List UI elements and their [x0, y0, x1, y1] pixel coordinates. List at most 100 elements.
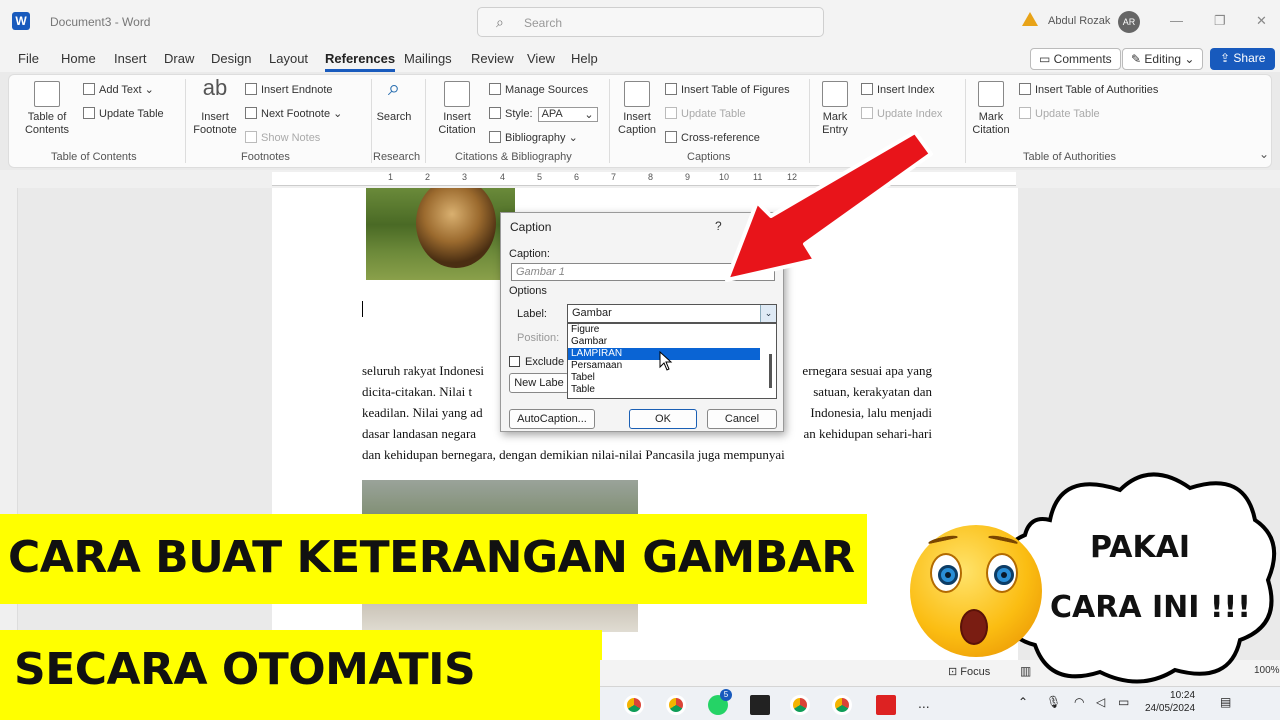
lion-image[interactable]: [366, 188, 515, 280]
group-label-research: Research: [373, 151, 421, 163]
insert-caption-label: Insert Caption: [618, 111, 656, 136]
tab-help[interactable]: Help: [571, 51, 598, 66]
tab-file[interactable]: File: [18, 51, 39, 66]
label-option[interactable]: Table: [568, 384, 776, 396]
line-start: dasar landasan negara: [362, 426, 477, 441]
divider: [965, 79, 966, 163]
microphone-icon[interactable]: 🎙: [1046, 695, 1061, 709]
mouse-pointer-icon: [659, 351, 673, 371]
horizontal-ruler[interactable]: 1 2 3 4 5 6 7 8 9 10 11 12: [0, 170, 1280, 188]
chrome-icon[interactable]: [624, 695, 644, 715]
share-button[interactable]: ⇪ Share: [1210, 48, 1276, 70]
restore-icon[interactable]: ❐: [1214, 13, 1226, 29]
sticky-notes-icon[interactable]: [750, 695, 770, 715]
chrome-icon[interactable]: [790, 695, 810, 715]
update-toa-button[interactable]: Update Table: [1019, 107, 1100, 120]
update-table-icon: [665, 107, 677, 119]
exclude-label-checkbox[interactable]: [509, 356, 520, 367]
volume-icon[interactable]: ◁: [1096, 695, 1105, 709]
insert-citation-button[interactable]: Insert Citation: [429, 81, 485, 137]
insert-footnote-button[interactable]: ab Insert Footnote: [187, 77, 243, 137]
add-text-button[interactable]: Add Text ⌄: [83, 83, 154, 96]
label-option[interactable]: Figure: [568, 324, 776, 336]
search-box[interactable]: ⌕ Search: [477, 7, 824, 37]
mark-citation-label: Mark Citation: [972, 111, 1010, 136]
manage-sources-button[interactable]: Manage Sources: [489, 83, 588, 96]
minimize-icon[interactable]: —: [1170, 13, 1183, 28]
insert-table-of-figures-button[interactable]: Insert Table of Figures: [665, 83, 790, 96]
show-notes-icon: [245, 131, 257, 143]
tab-view[interactable]: View: [527, 51, 555, 66]
insert-endnote-label: Insert Endnote: [261, 84, 333, 96]
chevron-down-icon[interactable]: ⌄: [760, 305, 776, 322]
label-option[interactable]: Tabel: [568, 372, 776, 384]
next-footnote-button[interactable]: Next Footnote ⌄: [245, 107, 342, 120]
battery-icon[interactable]: ▭: [1118, 695, 1129, 709]
tab-mailings[interactable]: Mailings: [404, 51, 452, 66]
label-option[interactable]: Gambar: [568, 336, 776, 348]
chrome-icon[interactable]: [832, 695, 852, 715]
collapse-ribbon-icon[interactable]: ⌄: [1259, 147, 1269, 161]
insert-index-button[interactable]: Insert Index: [861, 83, 934, 96]
show-notes-button[interactable]: Show Notes: [245, 131, 320, 144]
update-table-icon: [1019, 107, 1031, 119]
line-full: dan kehidupan bernegara, dengan demikian…: [362, 447, 785, 462]
avatar[interactable]: AR: [1118, 11, 1140, 33]
pencil-icon: ✎: [1131, 52, 1145, 66]
comments-button[interactable]: ▭ Comments: [1030, 48, 1121, 70]
tab-layout[interactable]: Layout: [269, 51, 308, 66]
focus-button[interactable]: ⊡ Focus: [948, 665, 990, 678]
notification-icon[interactable]: ▤: [1220, 695, 1231, 709]
text-cursor: [362, 301, 363, 317]
line-end: ernegara sesuai apa yang: [802, 363, 932, 378]
style-value[interactable]: APA ⌄: [537, 107, 598, 122]
comments-label: Comments: [1053, 52, 1112, 66]
cancel-button[interactable]: Cancel: [707, 409, 777, 429]
title-banner-1: CARA BUAT KETERANGAN GAMBAR: [0, 514, 867, 604]
update-index-button[interactable]: Update Index: [861, 107, 942, 120]
update-table-figures-button[interactable]: Update Table: [665, 107, 746, 120]
tab-references[interactable]: References: [325, 51, 396, 72]
banner-text-1: CARA BUAT KETERANGAN GAMBAR: [8, 532, 855, 583]
divider: [185, 79, 186, 163]
style-dropdown[interactable]: Style: APA ⌄: [489, 107, 598, 122]
group-label-footnotes: Footnotes: [241, 151, 290, 163]
update-table-button[interactable]: Update Table: [83, 107, 164, 120]
update-index-label: Update Index: [877, 108, 943, 120]
citation-icon: [444, 81, 470, 107]
ok-button[interactable]: OK: [629, 409, 697, 429]
insert-toa-button[interactable]: Insert Table of Authorities: [1019, 83, 1158, 96]
close-icon[interactable]: ✕: [1256, 13, 1267, 29]
bibliography-button[interactable]: Bibliography ⌄: [489, 131, 578, 144]
new-label-button[interactable]: New Labe: [509, 373, 569, 393]
word-app-icon: W: [12, 12, 30, 30]
editing-button[interactable]: ✎ Editing ⌄: [1122, 48, 1204, 70]
tab-insert[interactable]: Insert: [114, 51, 147, 66]
table-of-contents-button[interactable]: Table of Contents: [15, 81, 79, 137]
toc-label: Table of Contents: [24, 111, 70, 136]
manage-sources-icon: [489, 83, 501, 95]
tab-home[interactable]: Home: [61, 51, 96, 66]
chrome-icon[interactable]: [666, 695, 686, 715]
toc-icon: [34, 81, 60, 107]
whatsapp-icon[interactable]: 5: [708, 689, 732, 715]
insert-caption-button[interactable]: Insert Caption: [613, 81, 661, 137]
snipping-tool-icon[interactable]: [876, 695, 896, 715]
mark-citation-button[interactable]: Mark Citation: [969, 81, 1013, 137]
insert-endnote-button[interactable]: Insert Endnote: [245, 83, 333, 96]
search-ribbon-button[interactable]: ⌕ Search: [373, 77, 415, 124]
tab-design[interactable]: Design: [211, 51, 251, 66]
tab-review[interactable]: Review: [471, 51, 514, 66]
title-bar: W Document3 - Word ⌕ Search Abdul Rozak …: [0, 0, 1280, 44]
chevron-up-icon[interactable]: ⌃: [1018, 695, 1028, 709]
warning-icon[interactable]: [1022, 12, 1038, 26]
label-select[interactable]: Gambar ⌄: [567, 304, 777, 323]
tab-draw[interactable]: Draw: [164, 51, 194, 66]
more-apps-icon[interactable]: ...: [918, 695, 930, 711]
autocaption-button[interactable]: AutoCaption...: [509, 409, 595, 429]
wifi-icon[interactable]: ◠: [1074, 695, 1084, 709]
list-scrollbar[interactable]: [769, 354, 772, 388]
clock[interactable]: 10:24 24/05/2024: [1145, 689, 1195, 715]
user-name[interactable]: Abdul Rozak: [1048, 15, 1110, 27]
endnote-icon: [245, 83, 257, 95]
